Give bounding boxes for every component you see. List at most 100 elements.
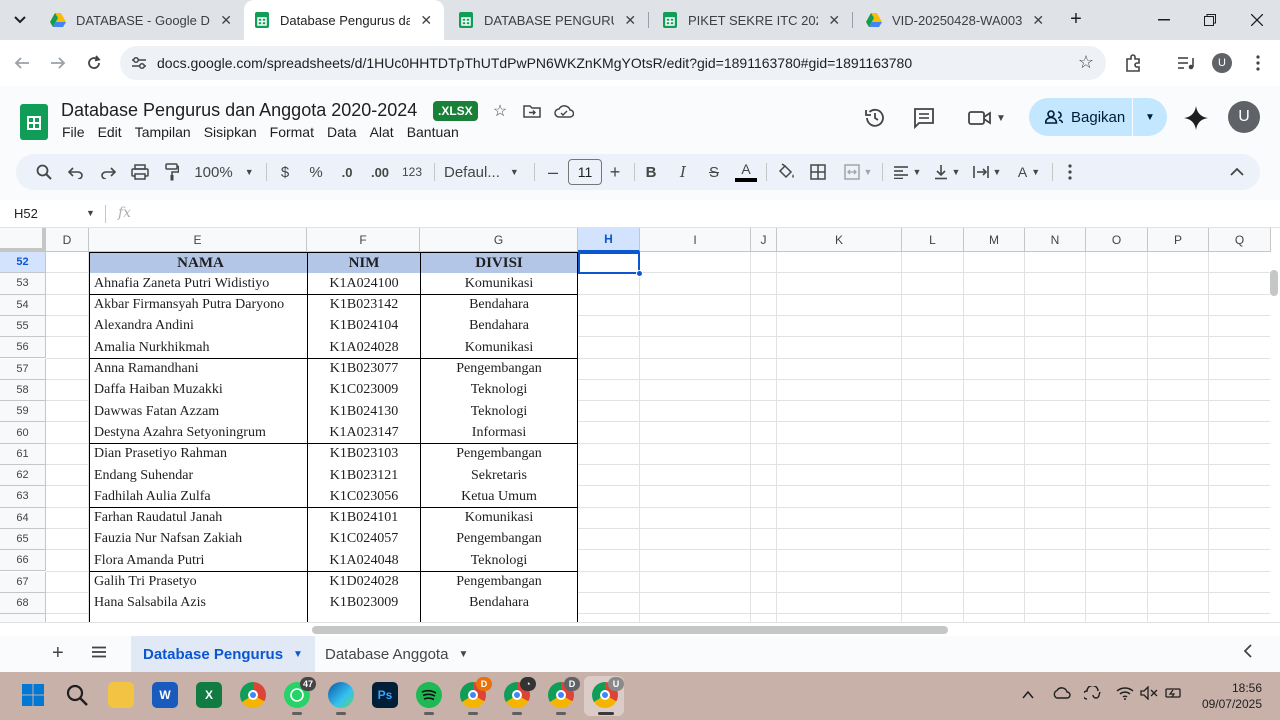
- decrease-font-size-button[interactable]: –: [544, 160, 562, 184]
- browser-tab-active[interactable]: Database Pengurus dan Anggota ✕: [244, 0, 444, 40]
- row-header[interactable]: 65: [0, 528, 46, 551]
- move-folder-icon[interactable]: [522, 101, 542, 121]
- sheet-tab-database-pengurus[interactable]: Database Pengurus ▼: [131, 636, 315, 672]
- row-header[interactable]: 56: [0, 337, 46, 359]
- cell-nim[interactable]: K1A024048: [307, 550, 421, 573]
- browser-menu-button[interactable]: [1246, 51, 1270, 75]
- cloud-status-icon[interactable]: [554, 101, 574, 121]
- redo-button[interactable]: [96, 160, 120, 184]
- search-menus-button[interactable]: [32, 160, 56, 184]
- cell-name[interactable]: Dawwas Fatan Azzam: [89, 401, 308, 424]
- cell-nim[interactable]: K1B024130: [307, 401, 421, 424]
- share-button[interactable]: Bagikan ▼: [1029, 98, 1167, 136]
- windows-start-icon[interactable]: [20, 682, 46, 708]
- cell-name[interactable]: Amalia Nurkhikmah: [89, 337, 308, 360]
- row-header[interactable]: 53: [0, 273, 46, 295]
- account-avatar[interactable]: U: [1228, 101, 1260, 133]
- doc-title[interactable]: Database Pengurus dan Anggota 2020-2024: [61, 100, 417, 121]
- forward-button[interactable]: [46, 51, 70, 75]
- column-header[interactable]: D: [46, 228, 89, 252]
- cell-divisi[interactable]: Komunikasi: [420, 337, 578, 360]
- more-formats-button[interactable]: 123: [400, 160, 424, 184]
- cell-nim[interactable]: K1B024101: [307, 507, 421, 530]
- wifi-icon[interactable]: [1116, 686, 1134, 704]
- column-header[interactable]: O: [1086, 228, 1148, 252]
- add-sheet-button[interactable]: +: [52, 642, 64, 665]
- percent-format-button[interactable]: %: [306, 160, 326, 184]
- close-icon[interactable]: ✕: [418, 12, 434, 29]
- more-toolbar-button[interactable]: [1060, 160, 1080, 184]
- star-icon[interactable]: ☆: [490, 101, 510, 121]
- photoshop-icon[interactable]: Ps: [372, 682, 398, 708]
- cell-nim[interactable]: K1A024100: [307, 273, 421, 296]
- spotify-icon[interactable]: [416, 682, 442, 708]
- system-clock[interactable]: 18:56 09/07/2025: [1198, 680, 1262, 712]
- bold-button[interactable]: B: [642, 160, 660, 184]
- row-header[interactable]: 68: [0, 592, 46, 615]
- increase-decimal-button[interactable]: .00: [368, 160, 392, 184]
- bookmark-star-icon[interactable]: ☆: [1078, 52, 1094, 73]
- row-header[interactable]: 62: [0, 465, 46, 487]
- select-all-corner[interactable]: [0, 228, 46, 252]
- cell-nim[interactable]: K1A024028: [307, 337, 421, 360]
- media-control-button[interactable]: [1174, 51, 1198, 75]
- close-icon[interactable]: ✕: [622, 12, 638, 29]
- row-header[interactable]: 61: [0, 443, 46, 465]
- onedrive-icon[interactable]: [1052, 686, 1072, 703]
- cell-name[interactable]: Ahnafia Zaneta Putri Widistiyo: [89, 273, 308, 296]
- cell-name[interactable]: Destyna Azahra Setyoningrum: [89, 422, 308, 445]
- borders-button[interactable]: [806, 160, 830, 184]
- chrome-profile-icon[interactable]: D: [548, 677, 580, 708]
- increase-font-size-button[interactable]: +: [606, 160, 624, 184]
- cell-name[interactable]: Fadhilah Aulia Zulfa: [89, 486, 308, 509]
- vertical-scrollbar-thumb[interactable]: [1270, 270, 1278, 296]
- extensions-button[interactable]: [1121, 51, 1145, 75]
- menu-format[interactable]: Format: [270, 124, 314, 140]
- cell-nim[interactable]: K1D024028: [307, 571, 421, 594]
- fill-color-button[interactable]: [774, 160, 798, 184]
- chrome-profile-icon[interactable]: ◔: [504, 677, 536, 708]
- browser-tab[interactable]: DATABASE - Google Drive ✕: [40, 0, 244, 40]
- row-header[interactable]: 57: [0, 358, 46, 380]
- italic-button[interactable]: I: [674, 160, 692, 184]
- cell-nim[interactable]: K1B023142: [307, 294, 421, 317]
- cell-nim[interactable]: K1B023077: [307, 358, 421, 381]
- caret-down-icon[interactable]: ▼: [458, 649, 468, 660]
- column-header[interactable]: L: [902, 228, 964, 252]
- cell-divisi[interactable]: Pengembangan: [420, 358, 578, 381]
- spreadsheet-grid[interactable]: DEFGHIJKLMNOPQ 52 53 54 55 56 57 58 59 60 61 62 63 6…: [0, 228, 1280, 622]
- browser-tab[interactable]: VID-20250428-WA0036 ✕: [856, 0, 1056, 40]
- chrome-profile-icon[interactable]: D: [460, 677, 492, 708]
- close-icon[interactable]: ✕: [218, 12, 234, 29]
- text-wrapping-button[interactable]: ▼: [970, 160, 1004, 184]
- menu-tools[interactable]: Alat: [370, 124, 394, 140]
- header-cell-nim[interactable]: NIM: [307, 252, 421, 274]
- cell-nim[interactable]: K1B023009: [307, 592, 421, 615]
- cell-nim[interactable]: K1C024057: [307, 528, 421, 551]
- version-history-icon[interactable]: [861, 104, 889, 132]
- new-tab-button[interactable]: +: [1064, 8, 1088, 32]
- close-icon[interactable]: ✕: [1030, 12, 1046, 29]
- gemini-sparkle-icon[interactable]: [1184, 106, 1208, 136]
- volume-muted-icon[interactable]: [1140, 685, 1158, 704]
- row-header[interactable]: 64: [0, 507, 46, 529]
- row-header-partial[interactable]: [0, 614, 46, 622]
- vertical-align-button[interactable]: ▼: [930, 160, 964, 184]
- browser-profile-avatar[interactable]: U: [1212, 53, 1232, 73]
- minimize-button[interactable]: [1141, 0, 1187, 40]
- fill-handle[interactable]: [636, 270, 643, 277]
- font-family-select[interactable]: Defaul... ▼: [444, 160, 526, 184]
- restore-button[interactable]: [1187, 0, 1233, 40]
- cell-nim[interactable]: K1B023121: [307, 465, 421, 487]
- cell-nim[interactable]: K1C023056: [307, 486, 421, 509]
- cell-name[interactable]: Fauzia Nur Nafsan Zakiah: [89, 528, 308, 551]
- cell-nim[interactable]: K1B023103: [307, 443, 421, 466]
- battery-icon[interactable]: [1164, 686, 1184, 704]
- address-bar[interactable]: docs.google.com/spreadsheets/d/1HUc0HHTD…: [120, 46, 1106, 80]
- cell-divisi[interactable]: Sekretaris: [420, 465, 578, 487]
- print-button[interactable]: [128, 160, 152, 184]
- cell-divisi[interactable]: Bendahara: [420, 294, 578, 317]
- column-header[interactable]: N: [1025, 228, 1086, 252]
- menu-view[interactable]: Tampilan: [135, 124, 191, 140]
- menu-insert[interactable]: Sisipkan: [204, 124, 257, 140]
